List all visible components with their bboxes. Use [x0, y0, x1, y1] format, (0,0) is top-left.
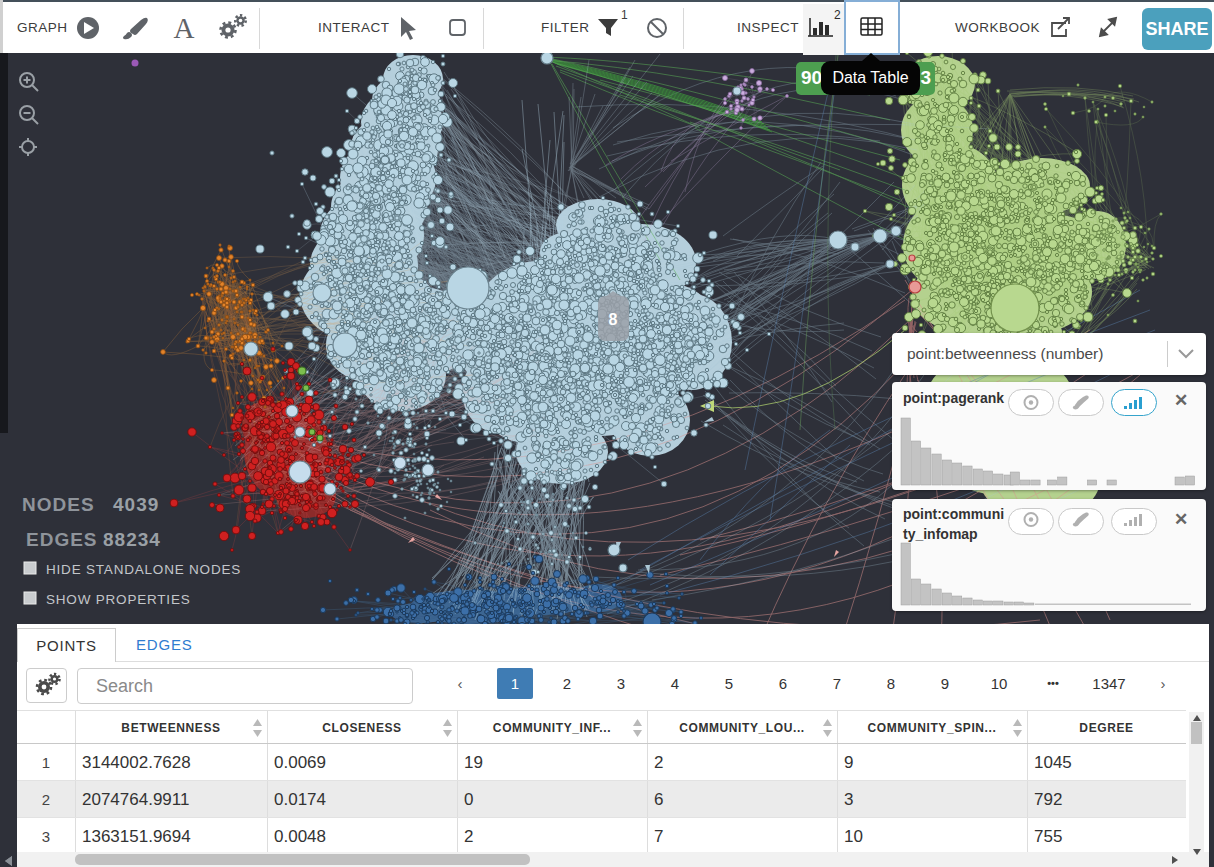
svg-text:EDGES: EDGES	[26, 529, 98, 550]
svg-text:HIDE STANDALONE NODES: HIDE STANDALONE NODES	[46, 562, 241, 577]
svg-text:NODES: NODES	[22, 494, 95, 515]
svg-text:4039: 4039	[113, 494, 159, 515]
svg-text:SHOW PROPERTIES: SHOW PROPERTIES	[46, 592, 191, 607]
svg-text:1: 1	[621, 8, 628, 22]
svg-text:2: 2	[834, 8, 841, 22]
svg-text:A: A	[174, 12, 195, 44]
svg-text:8: 8	[609, 311, 618, 328]
svg-text:88234: 88234	[103, 529, 161, 550]
